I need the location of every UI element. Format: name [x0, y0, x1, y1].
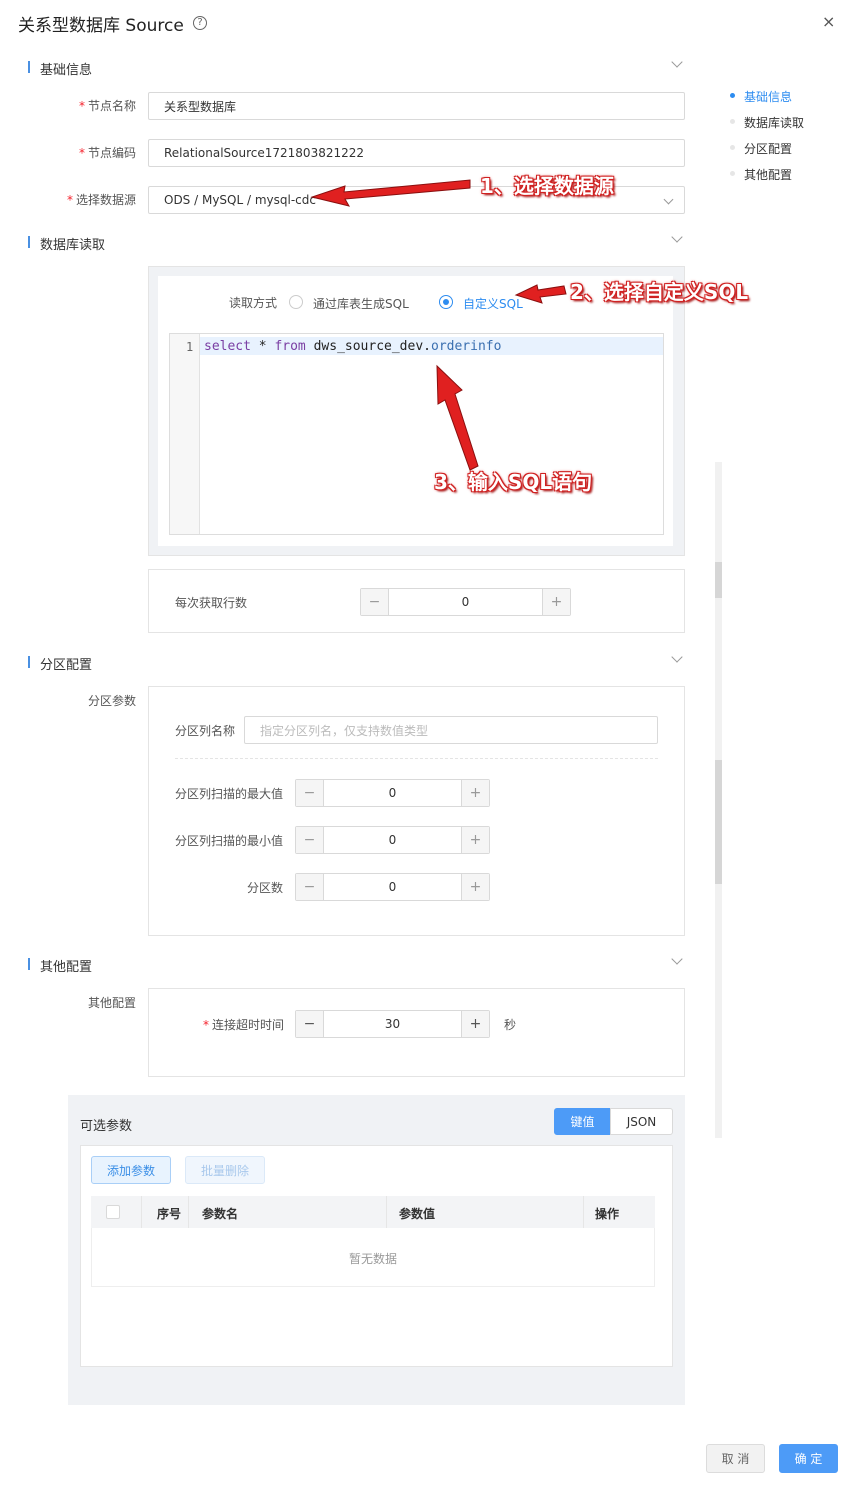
annotation-step1: 1、选择数据源 — [480, 174, 614, 198]
arrow-step2 — [514, 284, 567, 304]
arrow-step3 — [436, 364, 479, 471]
annotation-step2: 2、选择自定义SQL — [570, 280, 749, 304]
arrow-step1 — [310, 179, 471, 207]
annotation-step3: 3、输入SQL语句 — [434, 470, 593, 494]
annotation-arrows — [310, 179, 567, 471]
